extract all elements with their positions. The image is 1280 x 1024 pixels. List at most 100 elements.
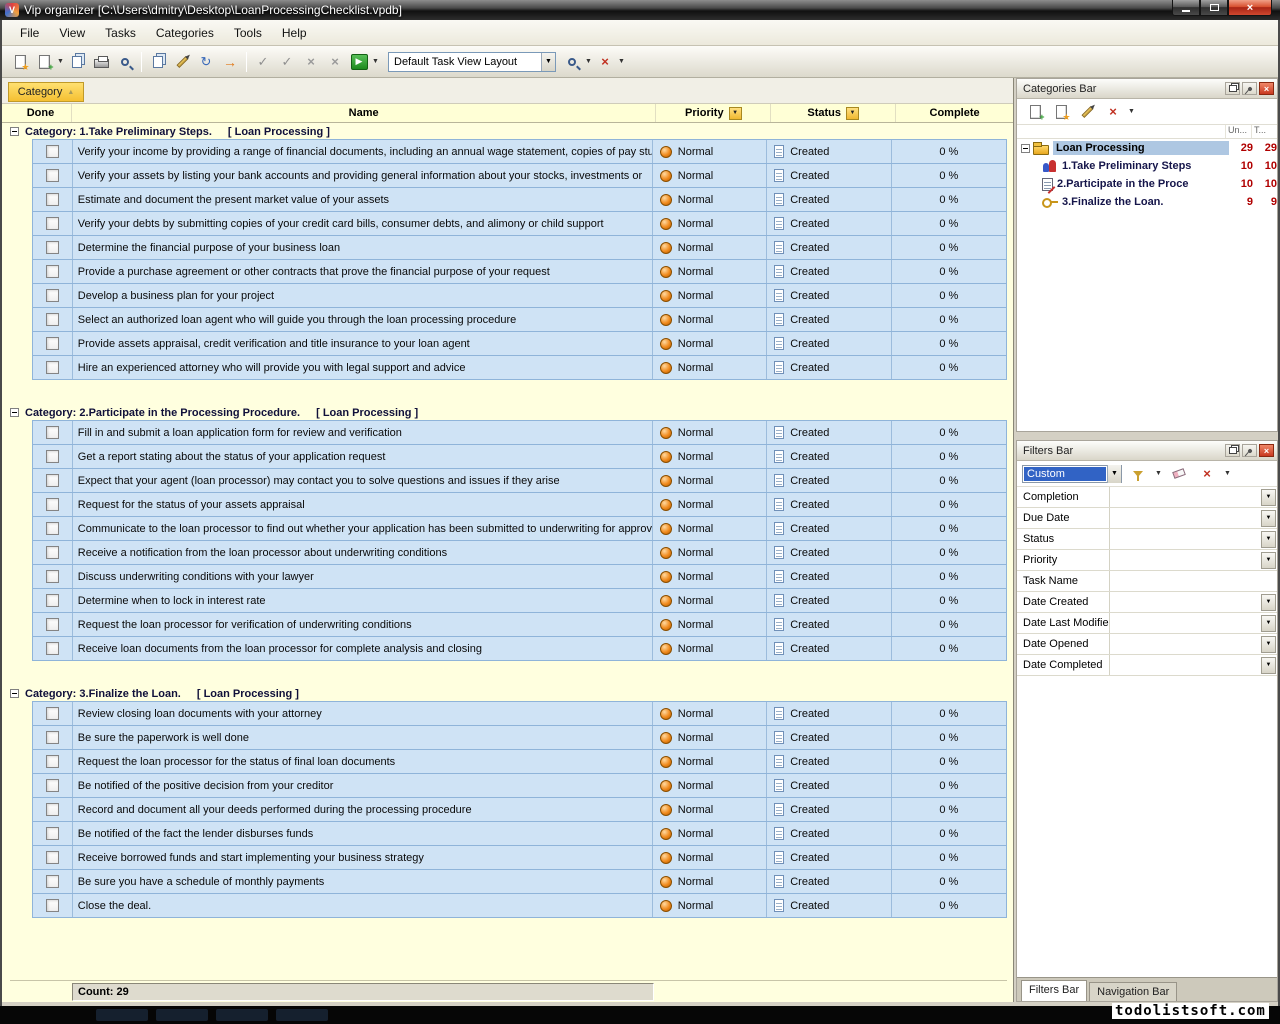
layout-combo[interactable]: Default Task View Layout ▼	[388, 52, 556, 72]
taskbar-button[interactable]	[156, 1009, 208, 1021]
task-row[interactable]: Review closing loan documents with your …	[32, 701, 1007, 726]
task-checkbox[interactable]	[46, 779, 59, 792]
task-checkbox[interactable]	[46, 899, 59, 912]
layout-settings-dropdown[interactable]: ▼	[584, 58, 593, 65]
windows-taskbar[interactable]	[0, 1006, 1280, 1024]
add-subcategory-button[interactable]: ★	[1049, 100, 1073, 123]
filter-dropdown-button[interactable]: ▼	[1261, 657, 1276, 674]
task-row[interactable]: Discuss underwriting conditions with you…	[32, 564, 1007, 589]
task-checkbox[interactable]	[46, 313, 59, 326]
menu-categories[interactable]: Categories	[146, 22, 224, 44]
filter-dropdown-button[interactable]: ▼	[1261, 531, 1276, 548]
task-checkbox[interactable]	[46, 594, 59, 607]
task-checkbox[interactable]	[46, 570, 59, 583]
column-header-done[interactable]: Done	[10, 104, 72, 122]
filter-value-field[interactable]	[1109, 592, 1261, 612]
task-checkbox[interactable]	[46, 289, 59, 302]
tab-navigation-bar[interactable]: Navigation Bar	[1089, 982, 1177, 1001]
toolbar-overflow-dropdown[interactable]: ▼	[617, 58, 626, 65]
task-checkbox[interactable]	[46, 851, 59, 864]
column-header-priority[interactable]: Priority ▼	[656, 104, 771, 122]
task-row[interactable]: Get a report stating about the status of…	[32, 444, 1007, 469]
add-category-button[interactable]: +	[1023, 100, 1047, 123]
task-checkbox[interactable]	[46, 875, 59, 888]
filter-value-field[interactable]	[1109, 613, 1261, 633]
category-tree-item[interactable]: 3.Finalize the Loan. 9 9	[1017, 193, 1277, 211]
taskbar-button[interactable]	[96, 1009, 148, 1021]
taskbar-button[interactable]	[216, 1009, 268, 1021]
filter-value-field[interactable]	[1109, 508, 1261, 528]
task-checkbox[interactable]	[46, 361, 59, 374]
print-preview-button[interactable]	[113, 50, 137, 73]
group-header[interactable]: Category: 1.Take Preliminary Steps. [ Lo…	[10, 123, 1007, 140]
clear-filter-button[interactable]	[1167, 462, 1191, 485]
task-row[interactable]: Determine the financial purpose of your …	[32, 235, 1007, 260]
task-row[interactable]: Request for the status of your assets ap…	[32, 492, 1007, 517]
task-checkbox[interactable]	[46, 426, 59, 439]
task-row[interactable]: Hire an experienced attorney who will pr…	[32, 355, 1007, 380]
task-row[interactable]: Expect that your agent (loan processor) …	[32, 468, 1007, 493]
task-row[interactable]: Request the loan processor for verificat…	[32, 612, 1007, 637]
task-row[interactable]: Receive loan documents from the loan pro…	[32, 636, 1007, 661]
task-row[interactable]: Request the loan processor for the statu…	[32, 749, 1007, 774]
filter-value-field[interactable]	[1109, 529, 1261, 549]
new-task-button[interactable]: ★	[8, 50, 32, 73]
task-row[interactable]: Estimate and document the present market…	[32, 187, 1007, 212]
menu-tasks[interactable]: Tasks	[95, 22, 146, 44]
filter-value-field[interactable]	[1109, 571, 1277, 591]
filter-value-field[interactable]	[1109, 487, 1261, 507]
task-row[interactable]: Verify your income by providing a range …	[32, 139, 1007, 164]
task-checkbox[interactable]	[46, 522, 59, 535]
layout-combo-arrow[interactable]: ▼	[541, 53, 555, 71]
collapse-tree-button[interactable]	[1021, 144, 1030, 153]
task-row[interactable]: Communicate to the loan processor to fin…	[32, 516, 1007, 541]
task-checkbox[interactable]	[46, 707, 59, 720]
delete-filter-button[interactable]: ×	[1195, 462, 1219, 485]
total-column-header[interactable]: T...	[1251, 125, 1277, 138]
task-row[interactable]: Determine when to lock in interest rate …	[32, 588, 1007, 613]
filter-dropdown-button[interactable]: ▼	[1261, 615, 1276, 632]
close-panel-button[interactable]: ×	[1259, 444, 1274, 457]
category-tree-item[interactable]: 1.Take Preliminary Steps 10 10	[1017, 157, 1277, 175]
task-row[interactable]: Be sure the paperwork is well done Norma…	[32, 725, 1007, 750]
task-row[interactable]: Fill in and submit a loan application fo…	[32, 420, 1007, 445]
duplicate-button[interactable]	[65, 50, 89, 73]
layout-settings-button[interactable]	[560, 50, 584, 73]
filter-dropdown-button[interactable]: ▼	[1261, 489, 1276, 506]
refresh-button[interactable]: ↻	[194, 50, 218, 73]
task-checkbox[interactable]	[46, 145, 59, 158]
task-checkbox[interactable]	[46, 193, 59, 206]
filter-dropdown-button[interactable]: ▼	[1261, 636, 1276, 653]
task-row[interactable]: Verify your debts by submitting copies o…	[32, 211, 1007, 236]
filter-toolbar-dropdown[interactable]: ▼	[1223, 470, 1232, 477]
copy-task-button[interactable]	[146, 50, 170, 73]
undock-panel-button[interactable]	[1225, 82, 1240, 95]
pin-panel-button[interactable]	[1242, 82, 1257, 95]
task-checkbox[interactable]	[46, 217, 59, 230]
uncompleted-column-header[interactable]: Un...	[1225, 125, 1251, 138]
task-row[interactable]: Provide assets appraisal, credit verific…	[32, 331, 1007, 356]
column-header-name[interactable]: Name	[72, 104, 656, 122]
apply-filter-dropdown[interactable]: ▼	[1154, 470, 1163, 477]
task-checkbox[interactable]	[46, 827, 59, 840]
task-checkbox[interactable]	[46, 731, 59, 744]
collapse-group-button[interactable]	[10, 127, 19, 136]
complete-task-button[interactable]: ✓	[251, 50, 275, 73]
task-row[interactable]: Close the deal. Normal Created 0 %	[32, 893, 1007, 918]
menu-file[interactable]: File	[10, 22, 49, 44]
task-row[interactable]: Receive a notification from the loan pro…	[32, 540, 1007, 565]
task-row[interactable]: Be sure you have a schedule of monthly p…	[32, 869, 1007, 894]
remove-layout-button[interactable]: ×	[593, 50, 617, 73]
print-button[interactable]	[89, 50, 113, 73]
apply-view-dropdown[interactable]: ▼	[371, 58, 380, 65]
task-checkbox[interactable]	[46, 265, 59, 278]
task-row[interactable]: Develop a business plan for your project…	[32, 283, 1007, 308]
menu-tools[interactable]: Tools	[224, 22, 272, 44]
collapse-group-button[interactable]	[10, 689, 19, 698]
category-sort-tab[interactable]: Category ▲	[8, 82, 84, 102]
filter-value-field[interactable]	[1109, 634, 1261, 654]
task-row[interactable]: Be notified of the fact the lender disbu…	[32, 821, 1007, 846]
task-row[interactable]: Select an authorized loan agent who will…	[32, 307, 1007, 332]
delete-task-button[interactable]: ×	[323, 50, 347, 73]
filter-dropdown-button[interactable]: ▼	[1261, 510, 1276, 527]
